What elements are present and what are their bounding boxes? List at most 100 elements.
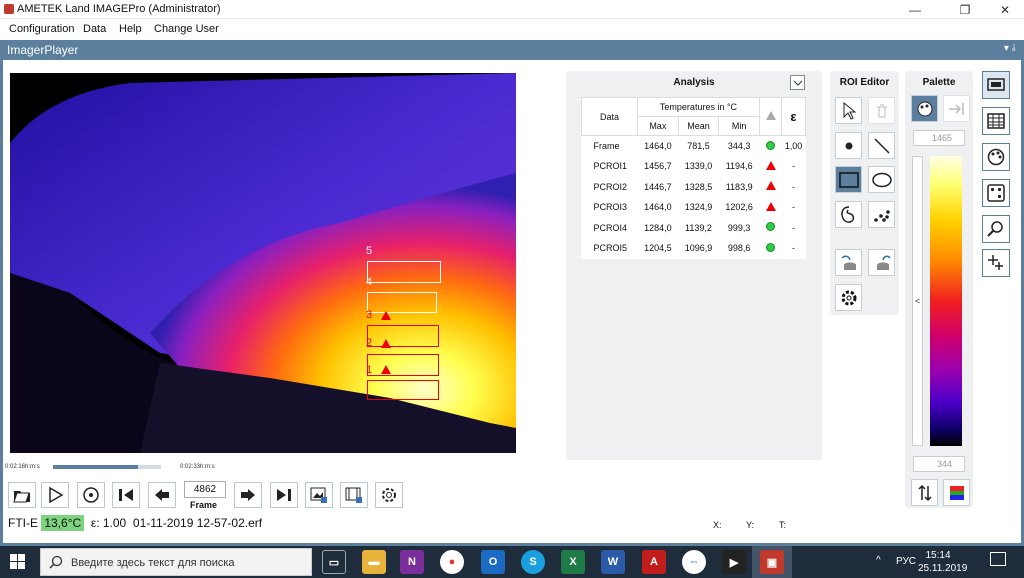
palette-collapse-icon[interactable]: < xyxy=(915,296,920,306)
row-mean: 1096,9 xyxy=(684,243,713,254)
table-view-button[interactable] xyxy=(982,107,1010,135)
play-button[interactable] xyxy=(41,482,69,508)
polygon-roi-button[interactable] xyxy=(835,201,862,228)
roi-4-box[interactable] xyxy=(367,292,437,313)
first-frame-button[interactable] xyxy=(112,482,140,508)
export-video-button[interactable] xyxy=(340,482,368,508)
roi-settings-button[interactable] xyxy=(835,284,862,311)
export-image-button[interactable] xyxy=(305,482,333,508)
menu-change-user[interactable]: Change User xyxy=(154,23,219,35)
chrome-icon[interactable]: ● xyxy=(440,550,464,574)
trash-icon xyxy=(876,104,887,117)
menu-help[interactable]: Help xyxy=(119,23,142,35)
roi-3-alarm-icon xyxy=(381,311,391,320)
roi-1-alarm-icon xyxy=(381,365,391,374)
palette-view-button[interactable] xyxy=(982,143,1010,171)
roi-2-box[interactable] xyxy=(367,354,439,376)
excel-icon[interactable]: X xyxy=(561,550,585,574)
minimize-button[interactable]: — xyxy=(900,0,930,19)
taskbar-clock[interactable]: 15:14 25.11.2019 xyxy=(918,549,968,575)
open-file-button[interactable] xyxy=(8,482,36,508)
rectangle-roi-button[interactable] xyxy=(835,166,862,193)
col-min: Min xyxy=(718,116,760,136)
add-view-button[interactable] xyxy=(982,249,1010,277)
palette-range-slider[interactable]: < xyxy=(912,156,923,446)
task-view-icon[interactable]: ▭ xyxy=(322,550,346,574)
image-view-button[interactable] xyxy=(982,71,1010,99)
maximize-button[interactable]: ❐ xyxy=(950,0,980,19)
row-emissivity: - xyxy=(792,222,795,233)
analysis-dropdown-button[interactable] xyxy=(790,75,805,90)
load-roi-button[interactable] xyxy=(835,249,862,276)
teamviewer-icon[interactable]: ⇔ xyxy=(682,550,706,574)
thermal-image[interactable]: 5 4 3 2 1 xyxy=(10,73,516,453)
menu-configuration[interactable]: Configuration xyxy=(9,23,74,35)
row-mean: 1339,0 xyxy=(684,161,713,172)
windows-start-icon[interactable] xyxy=(10,554,26,573)
next-frame-button[interactable] xyxy=(234,482,262,508)
row-name: Frame xyxy=(593,141,620,151)
palette-icon xyxy=(987,148,1005,166)
table-row[interactable]: PCROI3 1464,0 1324,9 1202,6 - xyxy=(582,197,806,218)
hotspot-roi-button[interactable] xyxy=(868,201,895,228)
table-row[interactable]: Frame 1464,0 781,5 344,3 1,00 xyxy=(582,136,806,157)
table-row[interactable]: PCROI1 1456,7 1339,0 1194,6 - xyxy=(582,156,806,177)
menu-bar: Configuration Data Help Change User xyxy=(0,20,1024,39)
panel-pin-icon[interactable]: ▾ ⫰ xyxy=(1004,43,1016,54)
table-row[interactable]: PCROI2 1446,7 1328,5 1183,9 - xyxy=(582,177,806,198)
skype-icon[interactable]: S xyxy=(521,550,545,574)
row-min: 344,3 xyxy=(727,141,751,151)
word-icon[interactable]: W xyxy=(601,550,625,574)
taskbar-search[interactable]: Введите здесь текст для поиска xyxy=(40,548,312,576)
roi-3-box[interactable] xyxy=(367,325,439,347)
row-max: 1446,7 xyxy=(644,181,672,192)
notification-icon[interactable] xyxy=(990,552,1006,566)
delete-roi-button[interactable] xyxy=(868,97,895,124)
clock-date: 25.11.2019 xyxy=(918,563,968,574)
palette-colors-button[interactable] xyxy=(943,479,970,506)
tray-chevron-icon[interactable]: ^ xyxy=(876,555,881,566)
language-indicator[interactable]: РУС xyxy=(896,556,916,567)
acrobat-icon[interactable]: A xyxy=(642,550,666,574)
loop-button[interactable] xyxy=(77,482,105,508)
line-roi-button[interactable] xyxy=(868,132,895,159)
ellipse-roi-button[interactable] xyxy=(868,166,895,193)
palette-invert-button[interactable] xyxy=(911,479,938,506)
file-explorer-icon[interactable]: ▬ xyxy=(362,550,386,574)
roi-view-button[interactable] xyxy=(982,179,1010,207)
zoom-button[interactable] xyxy=(982,215,1010,243)
arrow-right-icon xyxy=(241,489,255,501)
onenote-icon[interactable]: N xyxy=(400,550,424,574)
frame-number-field[interactable]: 4862 xyxy=(184,481,226,498)
roi-1-box[interactable] xyxy=(367,380,439,400)
analysis-table: Data Temperatures in °C ε Max Mean Min F… xyxy=(581,97,806,259)
media-icon[interactable]: ▶ xyxy=(722,550,746,574)
roi-5-box[interactable] xyxy=(367,261,441,283)
col-mean: Mean xyxy=(677,116,720,136)
select-tool-button[interactable] xyxy=(835,97,862,124)
color-grid-icon xyxy=(949,485,964,500)
last-frame-button[interactable] xyxy=(270,482,298,508)
frame-label: Frame xyxy=(190,500,218,510)
palette-max-input[interactable]: 1465 xyxy=(913,130,965,146)
outlook-icon[interactable]: O xyxy=(481,550,505,574)
table-row[interactable]: PCROI4 1284,0 1139,2 999,3 - xyxy=(582,218,806,239)
previous-frame-button[interactable] xyxy=(148,482,176,508)
image-export-icon xyxy=(310,487,327,503)
menu-data[interactable]: Data xyxy=(83,23,106,35)
palette-range-button[interactable] xyxy=(943,95,970,122)
player-settings-button[interactable] xyxy=(375,482,403,508)
play-icon xyxy=(49,486,64,504)
cursor-x: X: xyxy=(713,520,722,530)
time-end: 0:02:33h:m:s xyxy=(180,464,215,470)
alarm-triangle-icon xyxy=(765,201,776,211)
timeline-scrubber[interactable] xyxy=(53,465,161,469)
row-max: 1464,0 xyxy=(644,141,672,151)
save-roi-button[interactable] xyxy=(868,249,895,276)
point-roi-button[interactable] xyxy=(835,132,862,159)
palette-select-button[interactable] xyxy=(911,95,938,122)
table-row[interactable]: PCROI5 1204,5 1096,9 998,6 - xyxy=(582,238,806,259)
palette-min-input[interactable]: 344 xyxy=(913,456,965,472)
close-button[interactable]: ✕ xyxy=(990,0,1020,19)
imagepro-taskbar-item[interactable]: ▣ xyxy=(752,546,792,578)
